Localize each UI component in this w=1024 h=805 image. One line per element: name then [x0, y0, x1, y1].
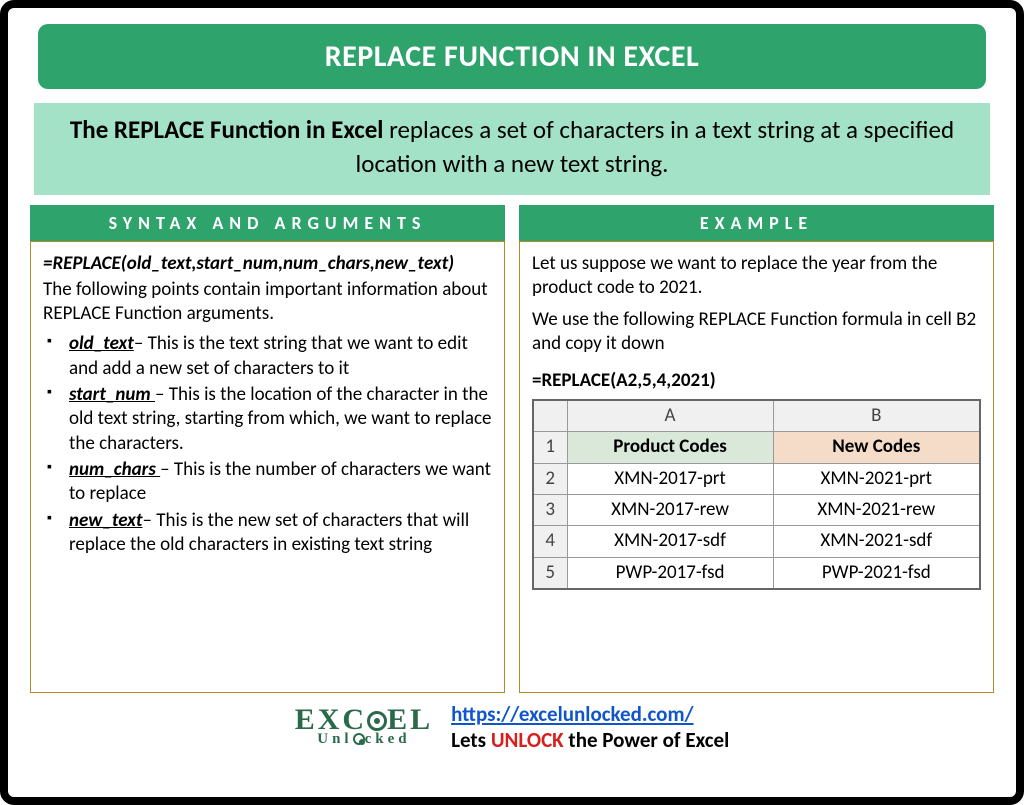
table-row: 3 XMN-2017-rew XMN-2021-rew — [533, 495, 980, 526]
arg-name: old_text — [69, 332, 134, 355]
arg-item: new_text– This is the new set of charact… — [43, 509, 492, 558]
intro-box: The REPLACE Function in Excel replaces a… — [34, 103, 990, 195]
logo-top: EXCEL — [295, 703, 433, 736]
header-cell-a: Product Codes — [567, 432, 773, 463]
argument-list: old_text– This is the text string that w… — [43, 332, 492, 557]
row-number: 4 — [533, 526, 567, 557]
arg-item: num_chars – This is the number of charac… — [43, 458, 492, 507]
tag-unlock: UNLOCK — [491, 727, 564, 753]
example-column: EXAMPLE Let us suppose we want to replac… — [519, 205, 994, 693]
row-number: 2 — [533, 463, 567, 494]
syntax-column: SYNTAX AND ARGUMENTS =REPLACE(old_text,s… — [30, 205, 505, 693]
lock-icon — [367, 711, 387, 731]
columns: SYNTAX AND ARGUMENTS =REPLACE(old_text,s… — [30, 205, 994, 693]
syntax-panel: =REPLACE(old_text,start_num,num_chars,ne… — [30, 241, 505, 693]
document-frame: REPLACE FUNCTION IN EXCEL The REPLACE Fu… — [0, 0, 1024, 805]
row-number: 5 — [533, 557, 567, 589]
example-panel: Let us suppose we want to replace the ye… — [519, 241, 994, 693]
cell-b: PWP-2021-fsd — [773, 557, 980, 589]
table-row: 4 XMN-2017-sdf XMN-2021-sdf — [533, 526, 980, 557]
intro-bold: The REPLACE Function in Excel — [70, 114, 384, 145]
footer-text: https://excelunlocked.com/ Lets UNLOCK t… — [451, 701, 729, 753]
cell-a: PWP-2017-fsd — [567, 557, 773, 589]
header-cell-b: New Codes — [773, 432, 980, 463]
tag-pre: Lets — [451, 727, 491, 753]
cell-a: XMN-2017-rew — [567, 495, 773, 526]
page-title: REPLACE FUNCTION IN EXCEL — [38, 24, 986, 89]
cell-b: XMN-2021-rew — [773, 495, 980, 526]
arg-name: start_num — [69, 383, 155, 406]
syntax-intro: The following points contain important i… — [43, 278, 492, 327]
cell-b: XMN-2021-sdf — [773, 526, 980, 557]
row-number: 3 — [533, 495, 567, 526]
arg-item: old_text– This is the text string that w… — [43, 332, 492, 381]
example-p1: Let us suppose we want to replace the ye… — [532, 252, 981, 301]
syntax-formula: =REPLACE(old_text,start_num,num_chars,ne… — [43, 252, 492, 276]
syntax-header: SYNTAX AND ARGUMENTS — [30, 205, 505, 241]
cell-a: XMN-2017-prt — [567, 463, 773, 494]
footer: EXCEL Unlcked https://excelunlocked.com/… — [28, 701, 996, 753]
row-number: 1 — [533, 432, 567, 463]
col-header-b: B — [773, 400, 980, 432]
arg-name: new_text — [69, 509, 142, 532]
lock-icon — [353, 733, 365, 745]
example-header: EXAMPLE — [519, 205, 994, 241]
table-corner — [533, 400, 567, 432]
table-row: 5 PWP-2017-fsd PWP-2021-fsd — [533, 557, 980, 589]
footer-link[interactable]: https://excelunlocked.com/ — [451, 701, 693, 727]
excel-table: A B 1 Product Codes New Codes 2 XMN-2017… — [532, 399, 981, 590]
arg-item: start_num – This is the location of the … — [43, 383, 492, 456]
logo: EXCEL Unlcked — [295, 706, 433, 747]
footer-tagline: Lets UNLOCK the Power of Excel — [451, 727, 729, 753]
tag-post: the Power of Excel — [564, 727, 730, 753]
cell-a: XMN-2017-sdf — [567, 526, 773, 557]
cell-b: XMN-2021-prt — [773, 463, 980, 494]
intro-rest: replaces a set of characters in a text s… — [356, 114, 955, 179]
example-formula: =REPLACE(A2,5,4,2021) — [532, 369, 981, 393]
table-row: 2 XMN-2017-prt XMN-2021-prt — [533, 463, 980, 494]
arg-name: num_chars — [69, 458, 160, 481]
table-row: 1 Product Codes New Codes — [533, 432, 980, 463]
example-p2: We use the following REPLACE Function fo… — [532, 308, 981, 357]
col-header-a: A — [567, 400, 773, 432]
